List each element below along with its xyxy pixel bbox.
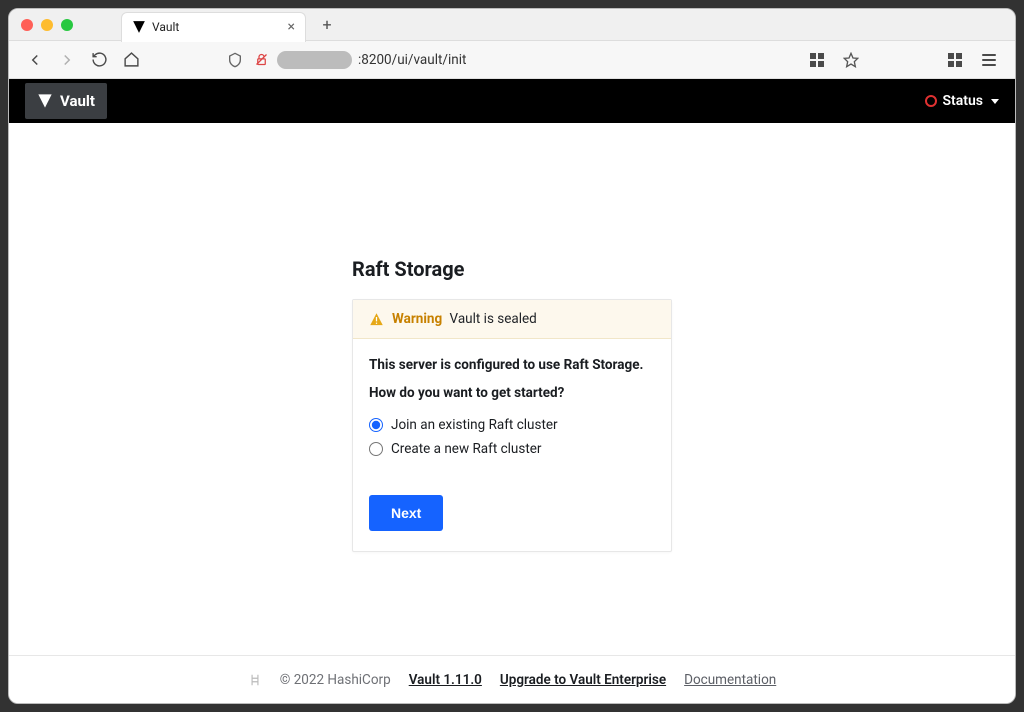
tab-strip: Vault × + — [9, 9, 1015, 41]
tab-close-icon[interactable]: × — [288, 19, 295, 35]
brand-name: Vault — [60, 92, 95, 110]
tab-title: Vault — [152, 20, 179, 34]
back-icon[interactable] — [25, 50, 45, 70]
option-join-existing[interactable]: Join an existing Raft cluster — [369, 417, 655, 433]
upgrade-link[interactable]: Upgrade to Vault Enterprise — [500, 672, 666, 688]
menu-icon[interactable] — [979, 50, 999, 70]
browser-window: Vault × + :8200/ui/vault/init — [8, 8, 1016, 704]
init-card: Warning Vault is sealed This server is c… — [352, 299, 672, 552]
home-icon[interactable] — [121, 50, 141, 70]
app-root: Vault Status Raft Storage Warning — [9, 79, 1015, 703]
window-controls — [21, 19, 73, 31]
copyright-text: © 2022 HashiCorp — [280, 672, 391, 688]
option-label: Create a new Raft cluster — [391, 441, 542, 457]
brand-logo[interactable]: Vault — [25, 83, 107, 119]
page-title: Raft Storage — [352, 257, 672, 281]
extensions-grid-icon[interactable] — [807, 50, 827, 70]
apps-grid-icon[interactable] — [945, 50, 965, 70]
shield-icon — [225, 50, 245, 70]
status-dropdown[interactable]: Status — [925, 93, 999, 109]
radio-create-new[interactable] — [369, 442, 383, 456]
url-host-redacted — [277, 51, 352, 69]
option-label: Join an existing Raft cluster — [391, 417, 558, 433]
address-bar[interactable]: :8200/ui/vault/init — [225, 50, 466, 70]
warning-icon — [369, 312, 384, 327]
bookmark-star-icon[interactable] — [841, 50, 861, 70]
version-link[interactable]: Vault 1.11.0 — [409, 672, 482, 688]
app-body: Raft Storage Warning Vault is sealed Thi… — [9, 123, 1015, 655]
next-button[interactable]: Next — [369, 495, 443, 531]
reload-icon[interactable] — [89, 50, 109, 70]
tab-favicon-icon — [132, 20, 146, 34]
insecure-lock-icon — [251, 50, 271, 70]
window-minimize-icon[interactable] — [41, 19, 53, 31]
sub-text: How do you want to get started? — [369, 385, 655, 401]
card-body: This server is configured to use Raft St… — [353, 339, 671, 551]
forward-icon[interactable] — [57, 50, 77, 70]
warning-alert: Warning Vault is sealed — [353, 300, 671, 339]
new-tab-button[interactable]: + — [314, 12, 340, 38]
browser-tab[interactable]: Vault × — [121, 12, 306, 42]
lead-text: This server is configured to use Raft St… — [369, 357, 655, 373]
chevron-down-icon — [991, 99, 999, 104]
alert-title: Warning — [392, 311, 442, 327]
app-header: Vault Status — [9, 79, 1015, 123]
window-maximize-icon[interactable] — [61, 19, 73, 31]
status-label: Status — [943, 93, 983, 109]
browser-toolbar: :8200/ui/vault/init — [9, 41, 1015, 79]
option-create-new[interactable]: Create a new Raft cluster — [369, 441, 655, 457]
status-indicator-icon — [925, 95, 937, 107]
init-panel: Raft Storage Warning Vault is sealed Thi… — [352, 257, 672, 552]
app-footer: © 2022 HashiCorp Vault 1.11.0 Upgrade to… — [9, 655, 1015, 703]
documentation-link[interactable]: Documentation — [684, 672, 776, 688]
url-path: :8200/ui/vault/init — [358, 52, 466, 68]
alert-message: Vault is sealed — [450, 311, 537, 327]
window-close-icon[interactable] — [21, 19, 33, 31]
radio-join-existing[interactable] — [369, 418, 383, 432]
hashicorp-icon — [248, 673, 262, 687]
